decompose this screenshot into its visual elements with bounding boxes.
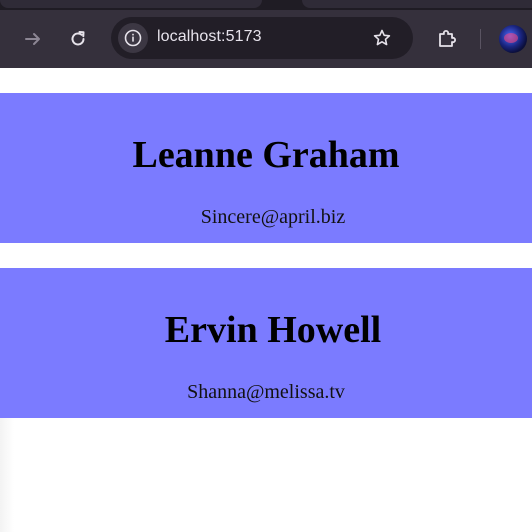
user-card: Ervin Howell Shanna@melissa.tv [0,268,532,418]
puzzle-icon [439,30,456,47]
reload-icon [71,31,85,46]
page-content: Leanne Graham Sincere@april.biz Ervin Ho… [0,68,532,532]
forward-button[interactable] [18,24,48,54]
browser-tab[interactable] [0,0,262,8]
star-icon [373,29,391,46]
bookmark-button[interactable] [369,25,395,51]
user-email: Shanna@melissa.tv [187,381,345,403]
user-email: Sincere@april.biz [200,206,346,228]
user-name: Leanne Graham [132,134,400,176]
info-icon [124,29,142,47]
forward-arrow-icon [25,33,40,45]
page-edge [0,418,14,532]
toolbar-divider [480,29,481,49]
user-name: Ervin Howell [164,309,382,351]
extensions-button[interactable] [432,24,462,54]
tab-strip [0,0,532,10]
site-info-button[interactable] [118,23,148,53]
browser-tab[interactable] [302,0,532,8]
url-text[interactable]: localhost:5173 [157,28,262,46]
profile-avatar[interactable] [499,25,527,53]
reload-button[interactable] [63,24,93,54]
address-bar[interactable]: localhost:5173 [111,17,413,59]
browser-toolbar: localhost:5173 [0,10,532,68]
user-card: Leanne Graham Sincere@april.biz [0,93,532,243]
